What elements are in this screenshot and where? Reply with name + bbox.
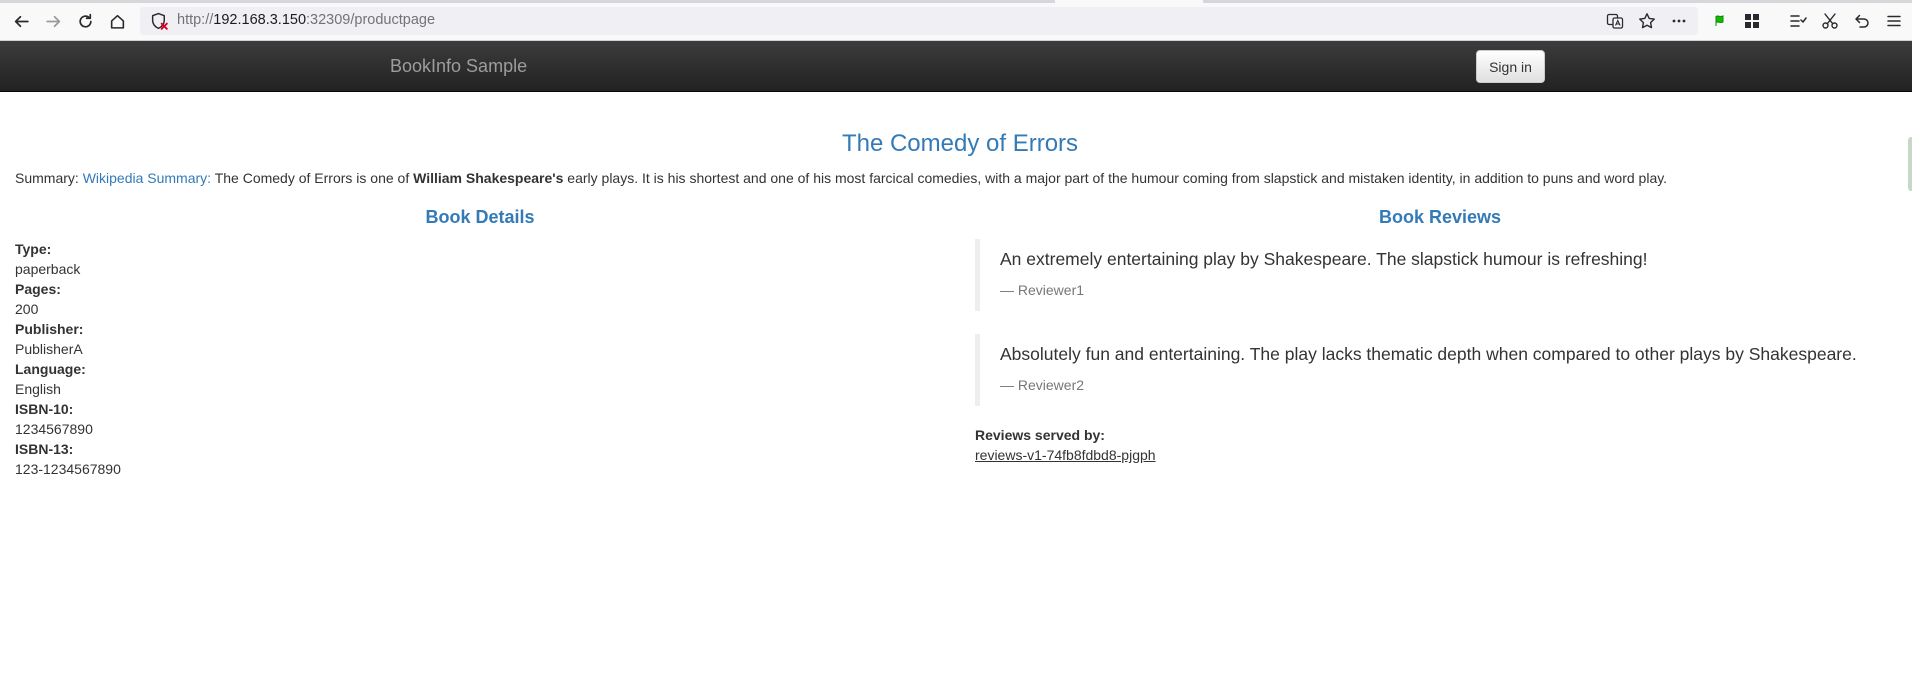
detail-value-language: English — [15, 381, 61, 397]
star-icon[interactable] — [1637, 11, 1657, 31]
reviews-served-by-label: Reviews served by: — [975, 427, 1105, 443]
undo-icon[interactable] — [1852, 11, 1872, 31]
reading-list-icon[interactable] — [1788, 11, 1808, 31]
detail-label-language: Language: — [15, 361, 86, 377]
detail-label-isbn13: ISBN-13: — [15, 441, 74, 457]
detail-value-pages: 200 — [15, 301, 39, 317]
detail-value-type: paperback — [15, 261, 81, 277]
browser-toolbar: http://192.168.3.150:32309/productpage — [0, 0, 1912, 41]
detail-value-publisher: PublisherA — [15, 341, 83, 357]
detail-label-pages: Pages: — [15, 281, 61, 297]
reviews-pod-link[interactable]: reviews-v1-74fb8fdbd8-pjgph — [975, 447, 1156, 463]
url-text[interactable]: http://192.168.3.150:32309/productpage — [177, 12, 435, 28]
grid-icon[interactable] — [1742, 11, 1762, 31]
url-host: 192.168.3.150 — [213, 12, 307, 28]
review-item: An extremely entertaining play by Shakes… — [975, 239, 1905, 311]
home-icon[interactable] — [104, 8, 130, 34]
flag-icon[interactable] — [1710, 11, 1730, 31]
review-text: An extremely entertaining play by Shakes… — [1000, 249, 1648, 269]
wikipedia-summary-link[interactable]: Wikipedia Summary: — [83, 170, 211, 186]
review-text: Absolutely fun and entertaining. The pla… — [1000, 344, 1857, 364]
tab-strip — [0, 0, 1055, 3]
url-prefix: http:// — [177, 12, 214, 28]
back-arrow-icon[interactable] — [8, 8, 34, 34]
review-author: — Reviewer1 — [1000, 282, 1085, 298]
page-title: The Comedy of Errors — [841, 130, 1079, 157]
translate-icon[interactable] — [1605, 11, 1625, 31]
book-details-heading: Book Details — [425, 207, 535, 227]
book-reviews-heading: Book Reviews — [1378, 207, 1502, 227]
menu-icon[interactable] — [1884, 11, 1904, 31]
summary-label: Summary: — [15, 170, 83, 186]
summary-text: The Comedy of Errors is one of — [211, 170, 414, 186]
url-path: :32309/productpage — [306, 12, 436, 28]
navbar-brand[interactable]: BookInfo Sample — [390, 56, 527, 77]
detail-label-type: Type: — [15, 241, 52, 257]
reload-icon[interactable] — [72, 8, 98, 34]
more-icon[interactable] — [1669, 11, 1689, 31]
tab-strip — [1203, 0, 1912, 3]
detail-label-publisher: Publisher: — [15, 321, 84, 337]
detail-label-isbn10: ISBN-10: — [15, 401, 74, 417]
summary-text: early plays. It is his shortest and one … — [563, 170, 1668, 186]
summary-author: William Shakespeare's — [413, 170, 564, 186]
app-navbar: BookInfo Sample Sign in — [0, 41, 1912, 92]
review-item: Absolutely fun and entertaining. The pla… — [975, 334, 1905, 406]
book-summary: Summary: Wikipedia Summary: The Comedy o… — [15, 170, 1667, 186]
forward-arrow-icon[interactable] — [40, 8, 66, 34]
detail-value-isbn10: 1234567890 — [15, 421, 93, 437]
sign-in-button[interactable]: Sign in — [1476, 50, 1545, 83]
detail-value-isbn13: 123-1234567890 — [15, 461, 121, 477]
shield-blocked-icon[interactable] — [150, 12, 169, 31]
book-details-list: Type: paperback Pages: 200 Publisher: Pu… — [15, 239, 121, 479]
review-author: — Reviewer2 — [1000, 377, 1085, 393]
scissors-icon[interactable] — [1820, 11, 1840, 31]
